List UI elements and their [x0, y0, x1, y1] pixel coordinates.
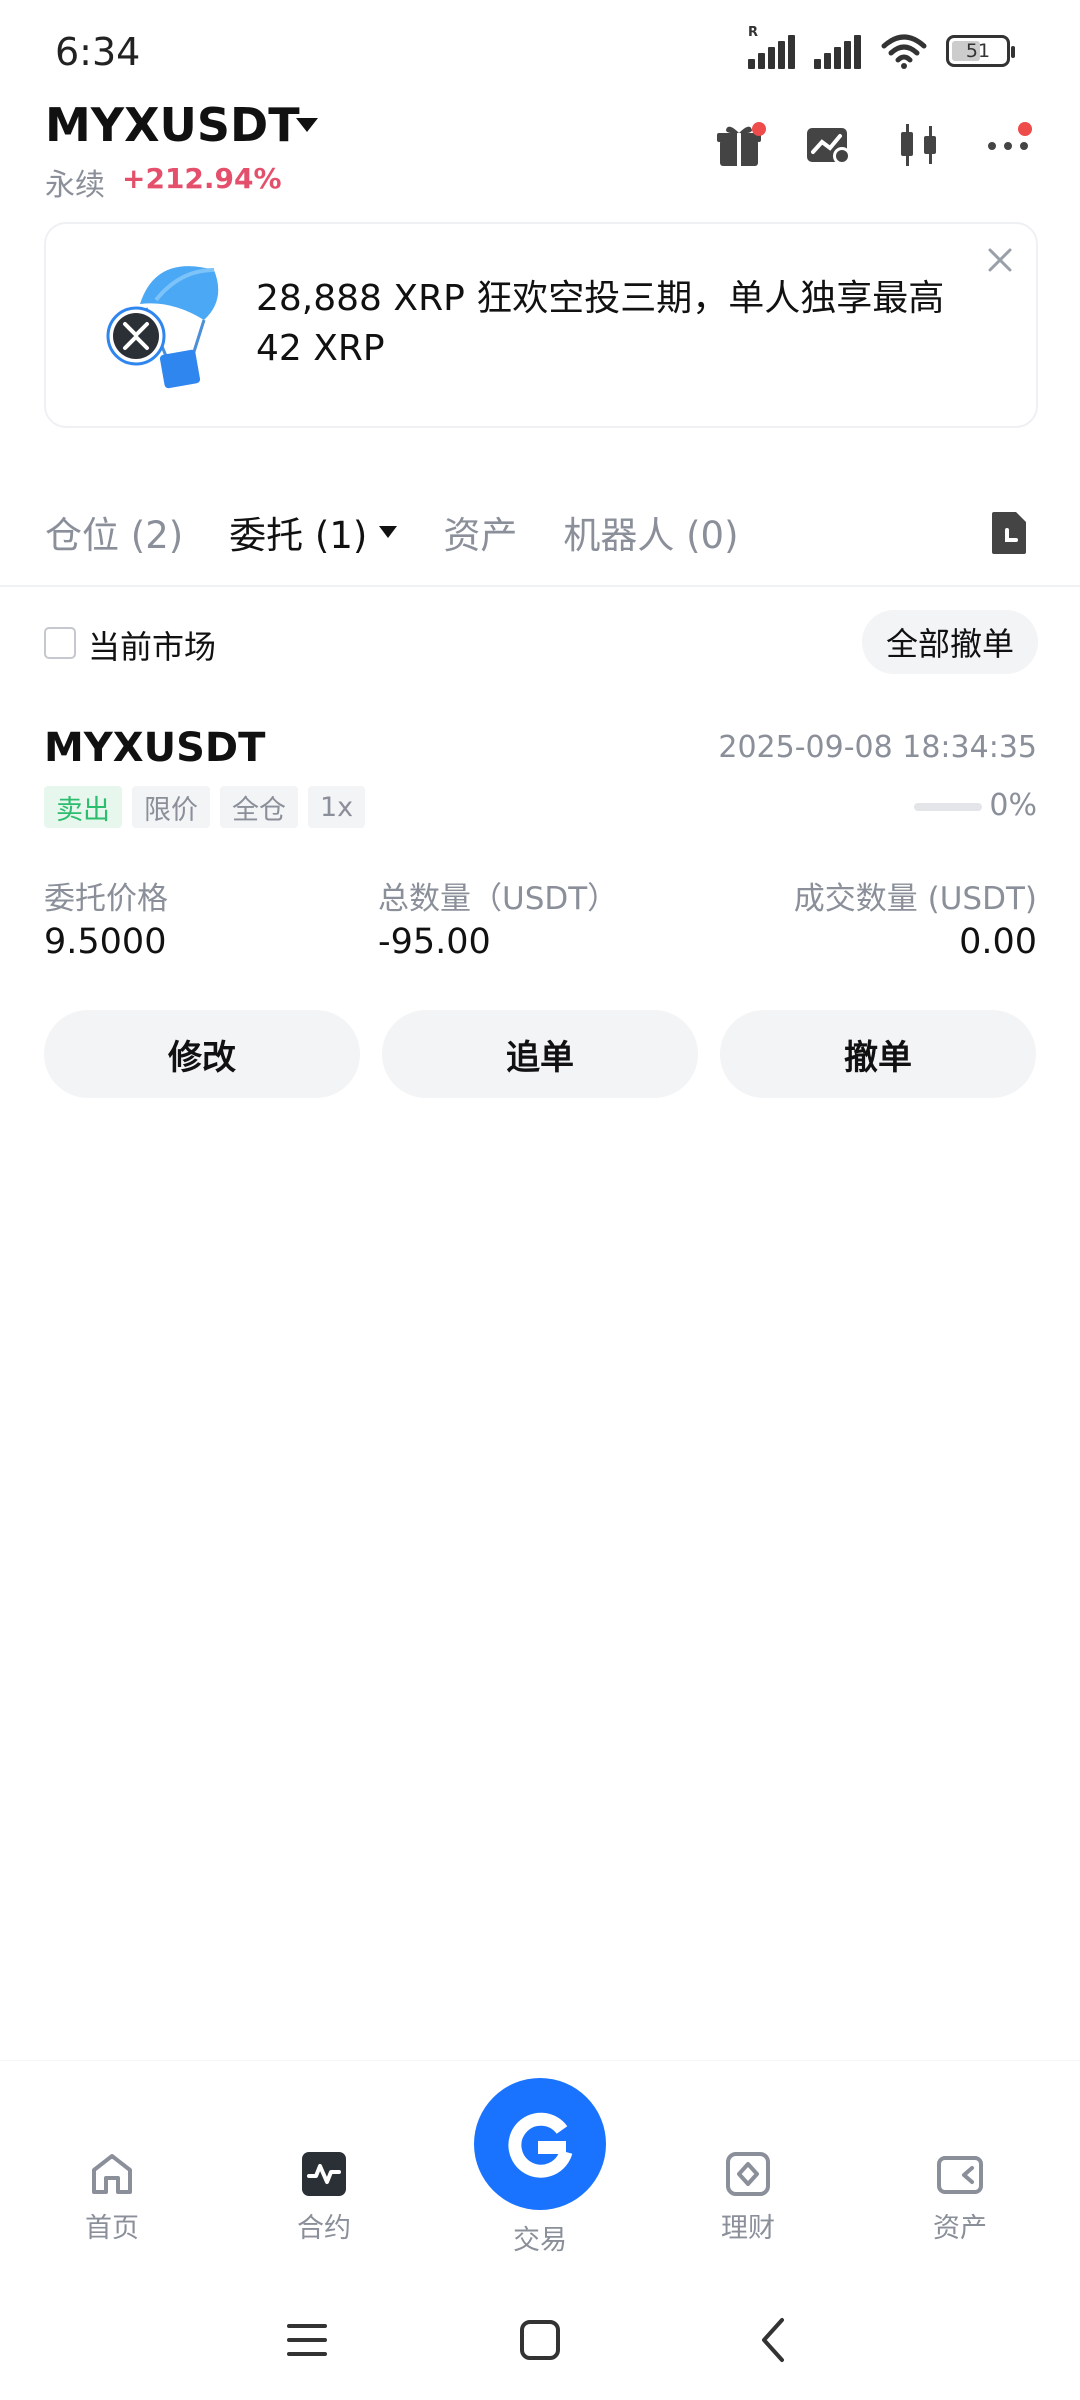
total-quantity-value: -95.00	[378, 922, 491, 962]
status-icons: R 51	[748, 25, 1015, 70]
history-icon[interactable]	[990, 510, 1028, 556]
promo-banner[interactable]: 28,888 XRP 狂欢空投三期，单人独享最高 42 XRP	[44, 222, 1038, 428]
order-tabs: 仓位 (2) 委托 (1) 资产 机器人 (0)	[45, 505, 785, 559]
back-icon[interactable]	[744, 2310, 804, 2370]
chevron-down-icon[interactable]	[296, 118, 318, 132]
cancel-all-button[interactable]: 全部撤单	[862, 610, 1038, 674]
nav-label: 资产	[933, 2213, 987, 2244]
filled-quantity-value: 0.00	[959, 922, 1037, 962]
airdrop-parachute-icon	[106, 266, 219, 389]
home-icon	[92, 2154, 132, 2194]
order-tags: 卖出 限价 全仓 1x	[44, 786, 366, 828]
divider	[0, 585, 1080, 587]
battery-icon: 51	[946, 35, 1015, 67]
order-time: 2025-09-08 18:34:35	[718, 730, 1037, 765]
home-button-icon[interactable]	[510, 2310, 570, 2370]
tab-bots[interactable]: 机器人 (0)	[563, 505, 738, 559]
wallet-icon	[937, 2156, 983, 2194]
nav-trade-label: 交易	[513, 2225, 567, 2256]
nav-label: 合约	[297, 2213, 351, 2244]
margin-mode-tag: 全仓	[220, 786, 298, 828]
nav-futures[interactable]: 合约	[264, 2150, 384, 2245]
chevron-down-icon	[379, 526, 398, 538]
order-symbol: MYXUSDT	[44, 725, 266, 771]
status-bar: 6:34 R 51	[0, 0, 1080, 100]
chart-settings-icon[interactable]	[804, 120, 854, 170]
leverage-tag: 1x	[308, 786, 366, 828]
symbol-title[interactable]: MYXUSDT	[45, 98, 300, 152]
futures-icon	[302, 2152, 346, 2196]
tab-orders[interactable]: 委托 (1)	[229, 505, 398, 559]
tab-positions[interactable]: 仓位 (2)	[45, 505, 183, 559]
current-market-checkbox[interactable]	[44, 627, 76, 659]
earn-icon	[726, 2152, 770, 2196]
candlestick-icon[interactable]	[894, 120, 944, 170]
fill-progress-text: 0%	[989, 788, 1037, 823]
menu-icon[interactable]	[277, 2310, 337, 2370]
battery-level: 51	[965, 40, 991, 62]
modify-button[interactable]: 修改	[44, 1010, 360, 1098]
contract-type: 永续	[45, 168, 105, 203]
nav-home[interactable]: 首页	[52, 2150, 172, 2245]
order-price-value: 9.5000	[44, 922, 167, 962]
nav-assets[interactable]: 资产	[900, 2150, 1020, 2245]
filled-quantity-label: 成交数量 (USDT)	[793, 881, 1037, 917]
signal-icon: R	[748, 25, 796, 69]
fill-progress-bar	[914, 803, 982, 811]
nav-label: 理财	[721, 2213, 775, 2244]
roaming-label: R	[748, 25, 759, 40]
nav-earn[interactable]: 理财	[688, 2150, 808, 2245]
side-tag: 卖出	[44, 786, 122, 828]
status-time: 6:34	[55, 30, 141, 74]
cancel-order-button[interactable]: 撤单	[720, 1010, 1036, 1098]
wifi-icon	[881, 34, 927, 69]
signal-icon	[814, 33, 862, 69]
price-change: +212.94%	[122, 162, 282, 195]
order-type-tag: 限价	[132, 786, 210, 828]
notification-dot	[1018, 122, 1032, 136]
nav-label: 首页	[85, 2213, 139, 2244]
tab-assets[interactable]: 资产	[443, 505, 517, 559]
trade-icon	[508, 2112, 573, 2178]
chase-order-button[interactable]: 追单	[382, 1010, 698, 1098]
banner-text: 28,888 XRP 狂欢空投三期，单人独享最高 42 XRP	[256, 278, 945, 369]
notification-dot	[752, 122, 766, 136]
total-quantity-label: 总数量（USDT）	[378, 881, 619, 917]
close-icon[interactable]	[986, 246, 1014, 274]
current-market-label[interactable]: 当前市场	[88, 622, 216, 668]
nav-trade[interactable]	[474, 2078, 606, 2210]
order-price-label: 委托价格	[44, 881, 168, 917]
